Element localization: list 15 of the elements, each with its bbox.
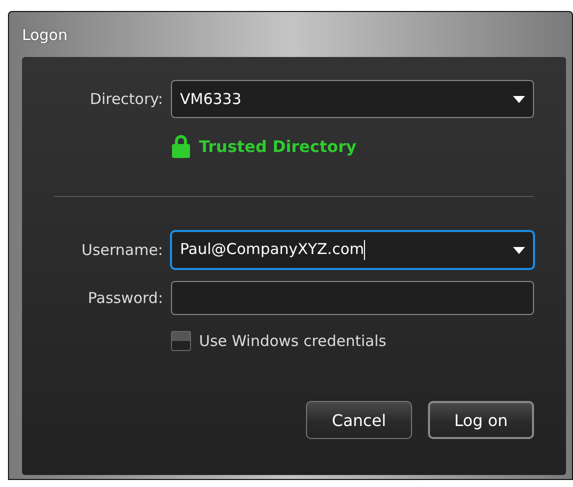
password-field[interactable] — [171, 281, 534, 315]
field-label: Directory: — [88, 90, 163, 108]
checkbox[interactable] — [171, 331, 191, 351]
log-on-button[interactable]: Log on — [428, 401, 534, 439]
field-label: Password: — [86, 289, 163, 307]
checkbox-label: Use Windows credentials — [199, 332, 386, 350]
dropdown-arrow-icon[interactable] — [513, 96, 525, 102]
lock-icon — [171, 134, 191, 158]
dropdown-field[interactable]: VM6333 — [171, 80, 534, 118]
cancel-button[interactable]: Cancel — [306, 401, 412, 439]
dropdown-field[interactable]: Paul@CompanyXYZ.com — [171, 231, 534, 269]
dropdown-arrow-icon[interactable] — [513, 246, 525, 254]
trusted-status: Trusted Directory — [199, 136, 356, 156]
window-title: Logon — [22, 24, 68, 46]
field-label: Username: — [80, 241, 163, 259]
